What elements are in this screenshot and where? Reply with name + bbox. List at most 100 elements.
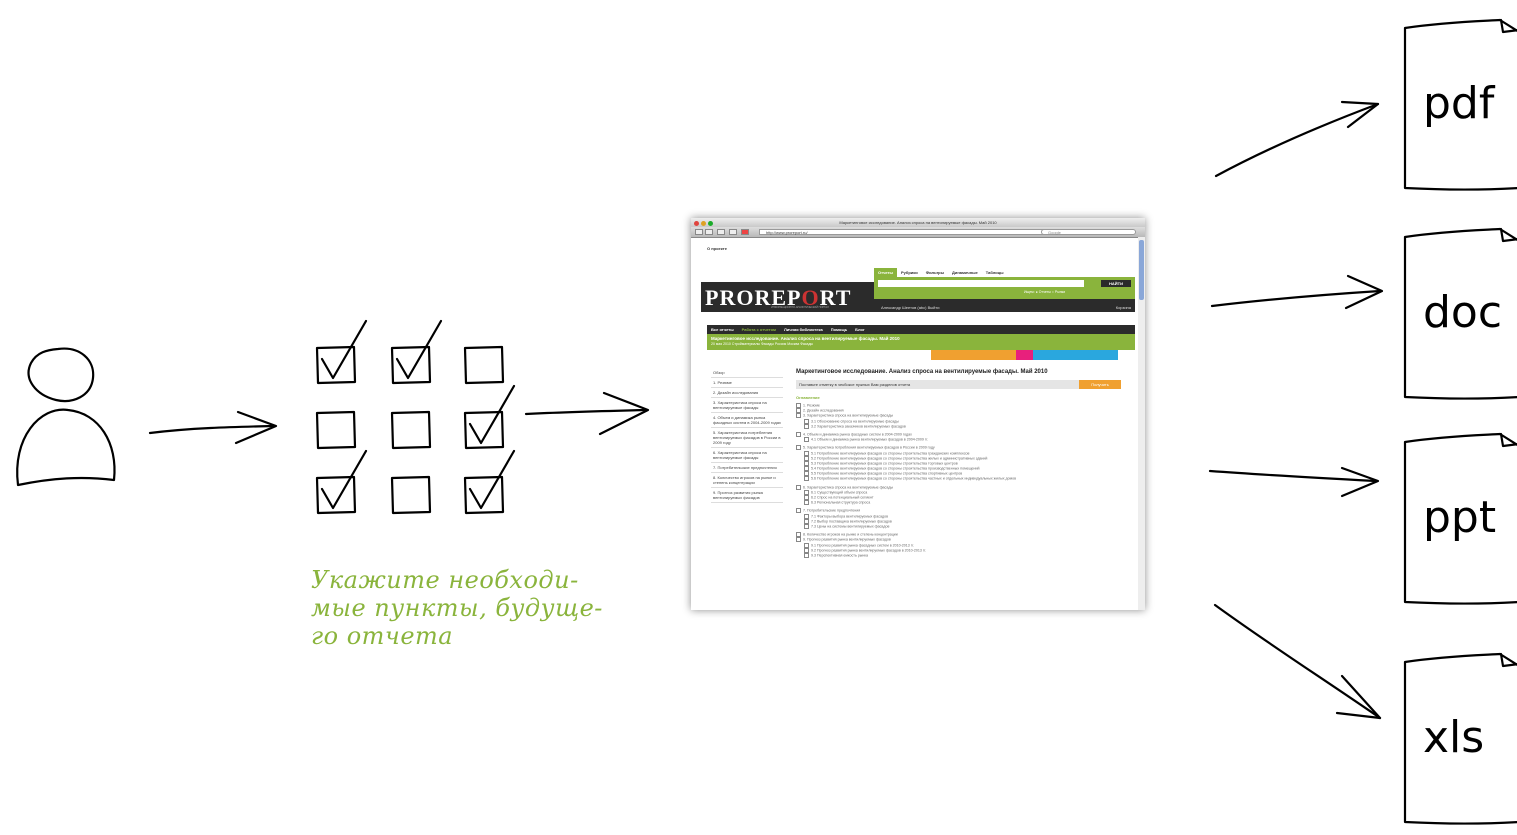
action-icon <box>1050 350 1067 360</box>
action-icon <box>999 350 1016 360</box>
caption: Укажите необходи- мые пункты, будуще- го… <box>311 566 651 650</box>
sidebar-item: 5. Характеристика потребления вентилируе… <box>711 428 783 448</box>
report-title: Маркетинговое исследование. Анализ спрос… <box>711 336 900 341</box>
tab-rubrics: Рубрики <box>900 270 918 275</box>
action-icon <box>931 350 948 360</box>
window-title: Маркетинговое исследование. Анализ спрос… <box>839 220 997 225</box>
logo-subtitle: ИНФОРМАЦИОННО-АНАЛИТИЧЕСКИЙ ПОРТАЛ <box>771 306 829 309</box>
menu-item: Помощь <box>830 327 848 332</box>
caption-line: мые пункты, будуще- <box>311 594 603 622</box>
sidebar-item: Обзор <box>711 368 783 378</box>
arrow-icon <box>524 391 650 436</box>
close-icon <box>694 221 699 226</box>
tab-reports: Отчеты <box>874 268 897 277</box>
sidebar-item: 1. Резюме <box>711 378 783 388</box>
report-main: Маркетинговое исследование. Анализ спрос… <box>796 368 1121 558</box>
caption-line: го отчета <box>311 622 454 650</box>
action-icon <box>1033 350 1050 360</box>
sidebar-item: 7. Потребительские предпочтения <box>711 463 783 473</box>
arrow-icon <box>1213 603 1382 720</box>
sidebar-item: 4. Объем и динамика рынка фасадных систе… <box>711 413 783 428</box>
checkbox-icon <box>390 475 432 515</box>
user-line: Александр Шеетов (abc) Выйти <box>881 305 940 310</box>
cart-link: Корзина <box>1115 305 1131 310</box>
menu-item: Все отчеты <box>711 327 734 332</box>
instruction-bar: Поставьте отметку в чекбоксе нужных Вам … <box>796 380 1121 389</box>
sidebar-item: 6. Характеристика спроса на вентилируемы… <box>711 448 783 463</box>
action-icons <box>931 350 1135 360</box>
action-icon <box>1016 350 1033 360</box>
sidebar-item: 8. Количество игроков на рынке и степень… <box>711 473 783 488</box>
action-icon <box>1084 350 1101 360</box>
site-search-input <box>878 280 1084 287</box>
checkmark-icon <box>320 449 368 510</box>
arrow-icon <box>1208 466 1380 498</box>
checkbox-icon <box>315 345 357 385</box>
checkbox-icon <box>315 475 357 515</box>
checkmark-icon <box>468 449 516 510</box>
checkmark-icon <box>320 319 368 380</box>
tab-tables: Таблицы <box>985 270 1004 275</box>
report-meta: 20 мая 2010 Стройматериалы Фасады Россия… <box>711 342 814 346</box>
window-titlebar: Маркетинговое исследование. Анализ спрос… <box>691 218 1145 227</box>
checkmark-icon <box>395 319 443 380</box>
site-icon <box>741 229 749 235</box>
sidebar-item: 3. Характеристика спроса на вентилируемы… <box>711 398 783 413</box>
site-search-button: НАЙТИ <box>1101 280 1131 287</box>
order-button: Получить <box>1079 380 1121 389</box>
scrollbar-thumb <box>1139 240 1144 300</box>
about-link: О проекте <box>707 246 727 251</box>
browser-screenshot: Маркетинговое исследование. Анализ спрос… <box>691 218 1145 610</box>
action-icon <box>965 350 982 360</box>
site-tabs: Отчеты Рубрики Фильтры Динамичные Таблицы <box>874 268 1135 277</box>
add-bookmark-icon <box>729 229 737 235</box>
checkbox-icon <box>315 410 357 450</box>
format-label: doc <box>1423 287 1502 338</box>
document-icon: doc <box>1403 227 1517 400</box>
user-icon <box>16 347 116 487</box>
action-icon <box>1101 350 1118 360</box>
back-icon <box>695 229 703 235</box>
reload-icon <box>717 229 725 235</box>
toc-item: 9.3 Перспективная емкость рынка <box>796 553 1121 558</box>
menu-item: Блог <box>855 327 865 332</box>
format-label: xls <box>1423 712 1484 763</box>
main-title: Маркетинговое исследование. Анализ спрос… <box>796 369 1048 375</box>
search-field: Google <box>1041 229 1136 235</box>
arrow-icon <box>1210 274 1384 310</box>
checkmark-icon <box>468 384 516 445</box>
checkbox-icon <box>463 410 505 450</box>
address-bar: http://www.proreport.ru/ <box>759 229 1049 235</box>
caption-line: Укажите необходи- <box>311 566 579 594</box>
document-icon: pdf <box>1403 18 1517 191</box>
format-documents: pdf doc ppt xls <box>1403 18 1517 825</box>
report-titlebar: Маркетинговое исследование. Анализ спрос… <box>707 334 1135 350</box>
browser-toolbar: http://www.proreport.ru/ Google <box>691 227 1145 238</box>
report-sidebar: Обзор 1. Резюме 2. Дизайн исследования 3. Х… <box>711 368 783 503</box>
checkbox-icon <box>390 345 432 385</box>
instruction-text: Поставьте отметку в чекбоксе нужных Вам … <box>799 382 911 387</box>
action-icon <box>1067 350 1084 360</box>
document-icon: ppt <box>1403 432 1517 605</box>
sidebar-item: 2. Дизайн исследования <box>711 388 783 398</box>
arrow-icon <box>148 410 278 445</box>
format-label: pdf <box>1423 78 1496 129</box>
arrow-icon <box>1214 100 1380 178</box>
table-of-contents: 1. Резюме 2. Дизайн исследования 3. Характ… <box>796 403 1121 558</box>
document-icon: xls <box>1403 652 1517 825</box>
checkbox-icon <box>463 475 505 515</box>
site-search: НАЙТИ Ищем: ● Отчеты ○ Рынки <box>874 277 1135 299</box>
scrollbar <box>1138 237 1145 610</box>
format-label: ppt <box>1423 492 1496 543</box>
web-page: О проекте Отчеты Рубрики Фильтры Динамичные… <box>691 238 1145 610</box>
search-options: Ищем: ● Отчеты ○ Рынки <box>1024 290 1066 294</box>
forward-icon <box>705 229 713 235</box>
checkbox-icon <box>390 410 432 450</box>
minimize-icon <box>701 221 706 226</box>
contents-label: Оглавление <box>796 395 820 400</box>
menu-item: Работа с отчетом <box>741 327 776 332</box>
tab-filters: Фильтры <box>925 270 945 275</box>
action-icon <box>982 350 999 360</box>
menu-item: Личная библиотека <box>783 327 823 332</box>
site-menu: Все отчеты Работа с отчетом Личная библиот… <box>707 325 1135 334</box>
